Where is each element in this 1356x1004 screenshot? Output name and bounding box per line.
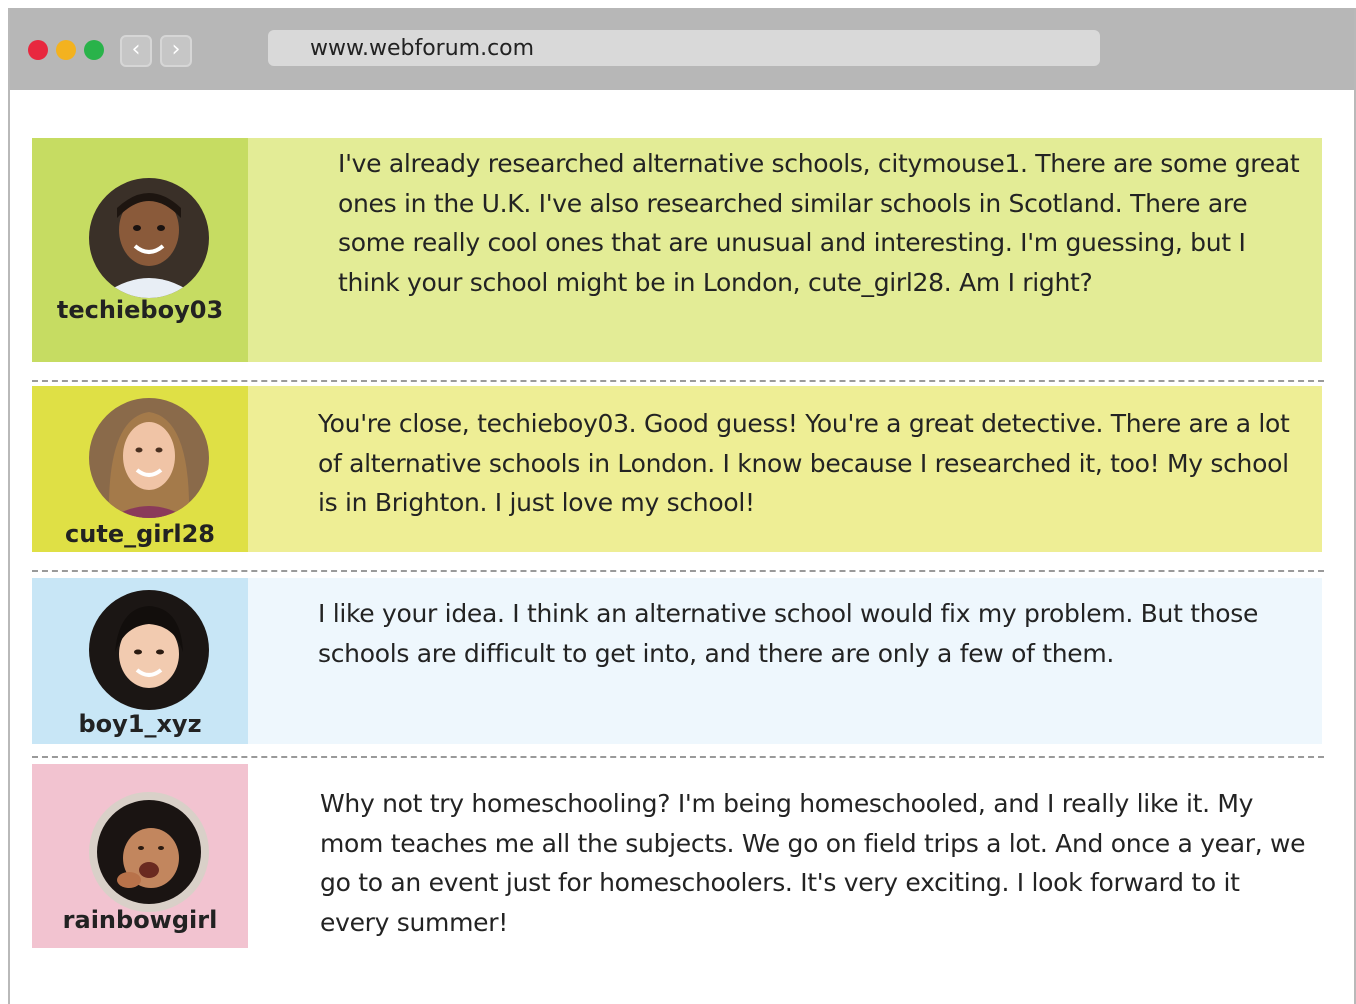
- forum-thread: techieboy03 I've already researched alte…: [10, 90, 1354, 1004]
- user-photo-icon: [89, 178, 209, 298]
- post-divider: [32, 570, 1324, 572]
- address-bar[interactable]: www.webforum.com: [268, 30, 1100, 66]
- minimize-window-button[interactable]: [56, 40, 76, 60]
- post-message: You're close, techieboy03. Good guess! Y…: [318, 409, 1290, 517]
- browser-titlebar: ‹ › www.webforum.com: [10, 8, 1354, 90]
- avatar[interactable]: [89, 178, 209, 298]
- avatar[interactable]: [89, 398, 209, 518]
- user-photo-icon: [89, 792, 209, 912]
- post-profile-panel: boy1_xyz: [32, 578, 248, 744]
- post-message: I've already researched alternative scho…: [338, 149, 1300, 297]
- chevron-right-icon: ›: [171, 37, 181, 62]
- chevron-left-icon: ‹: [131, 37, 141, 62]
- forward-button[interactable]: ›: [160, 35, 192, 67]
- post-profile-panel: cute_girl28: [32, 386, 248, 552]
- post-divider: [32, 756, 1324, 758]
- maximize-window-button[interactable]: [84, 40, 104, 60]
- post-profile-panel: techieboy03: [32, 138, 248, 362]
- post-message: I like your idea. I think an alternative…: [318, 599, 1259, 668]
- post-message: Why not try homeschooling? I'm being hom…: [320, 789, 1306, 937]
- avatar[interactable]: [89, 792, 209, 912]
- close-window-button[interactable]: [28, 40, 48, 60]
- username-label[interactable]: boy1_xyz: [32, 710, 248, 738]
- username-label[interactable]: rainbowgirl: [32, 906, 248, 934]
- forum-post: techieboy03 I've already researched alte…: [32, 138, 1322, 362]
- user-photo-icon: [89, 590, 209, 710]
- browser-window: ‹ › www.webforum.com techieboy03 I've al…: [8, 8, 1356, 1004]
- post-profile-panel: rainbowgirl: [32, 764, 248, 948]
- user-photo-icon: [89, 398, 209, 518]
- post-divider: [32, 380, 1324, 382]
- url-text: www.webforum.com: [310, 36, 535, 61]
- username-label[interactable]: techieboy03: [32, 296, 248, 324]
- forum-post: rainbowgirl Why not try homeschooling? I…: [32, 764, 1322, 948]
- back-button[interactable]: ‹: [120, 35, 152, 67]
- forum-post: cute_girl28 You're close, techieboy03. G…: [32, 386, 1322, 552]
- forum-post: boy1_xyz I like your idea. I think an al…: [32, 578, 1322, 744]
- avatar[interactable]: [89, 590, 209, 710]
- username-label[interactable]: cute_girl28: [32, 520, 248, 548]
